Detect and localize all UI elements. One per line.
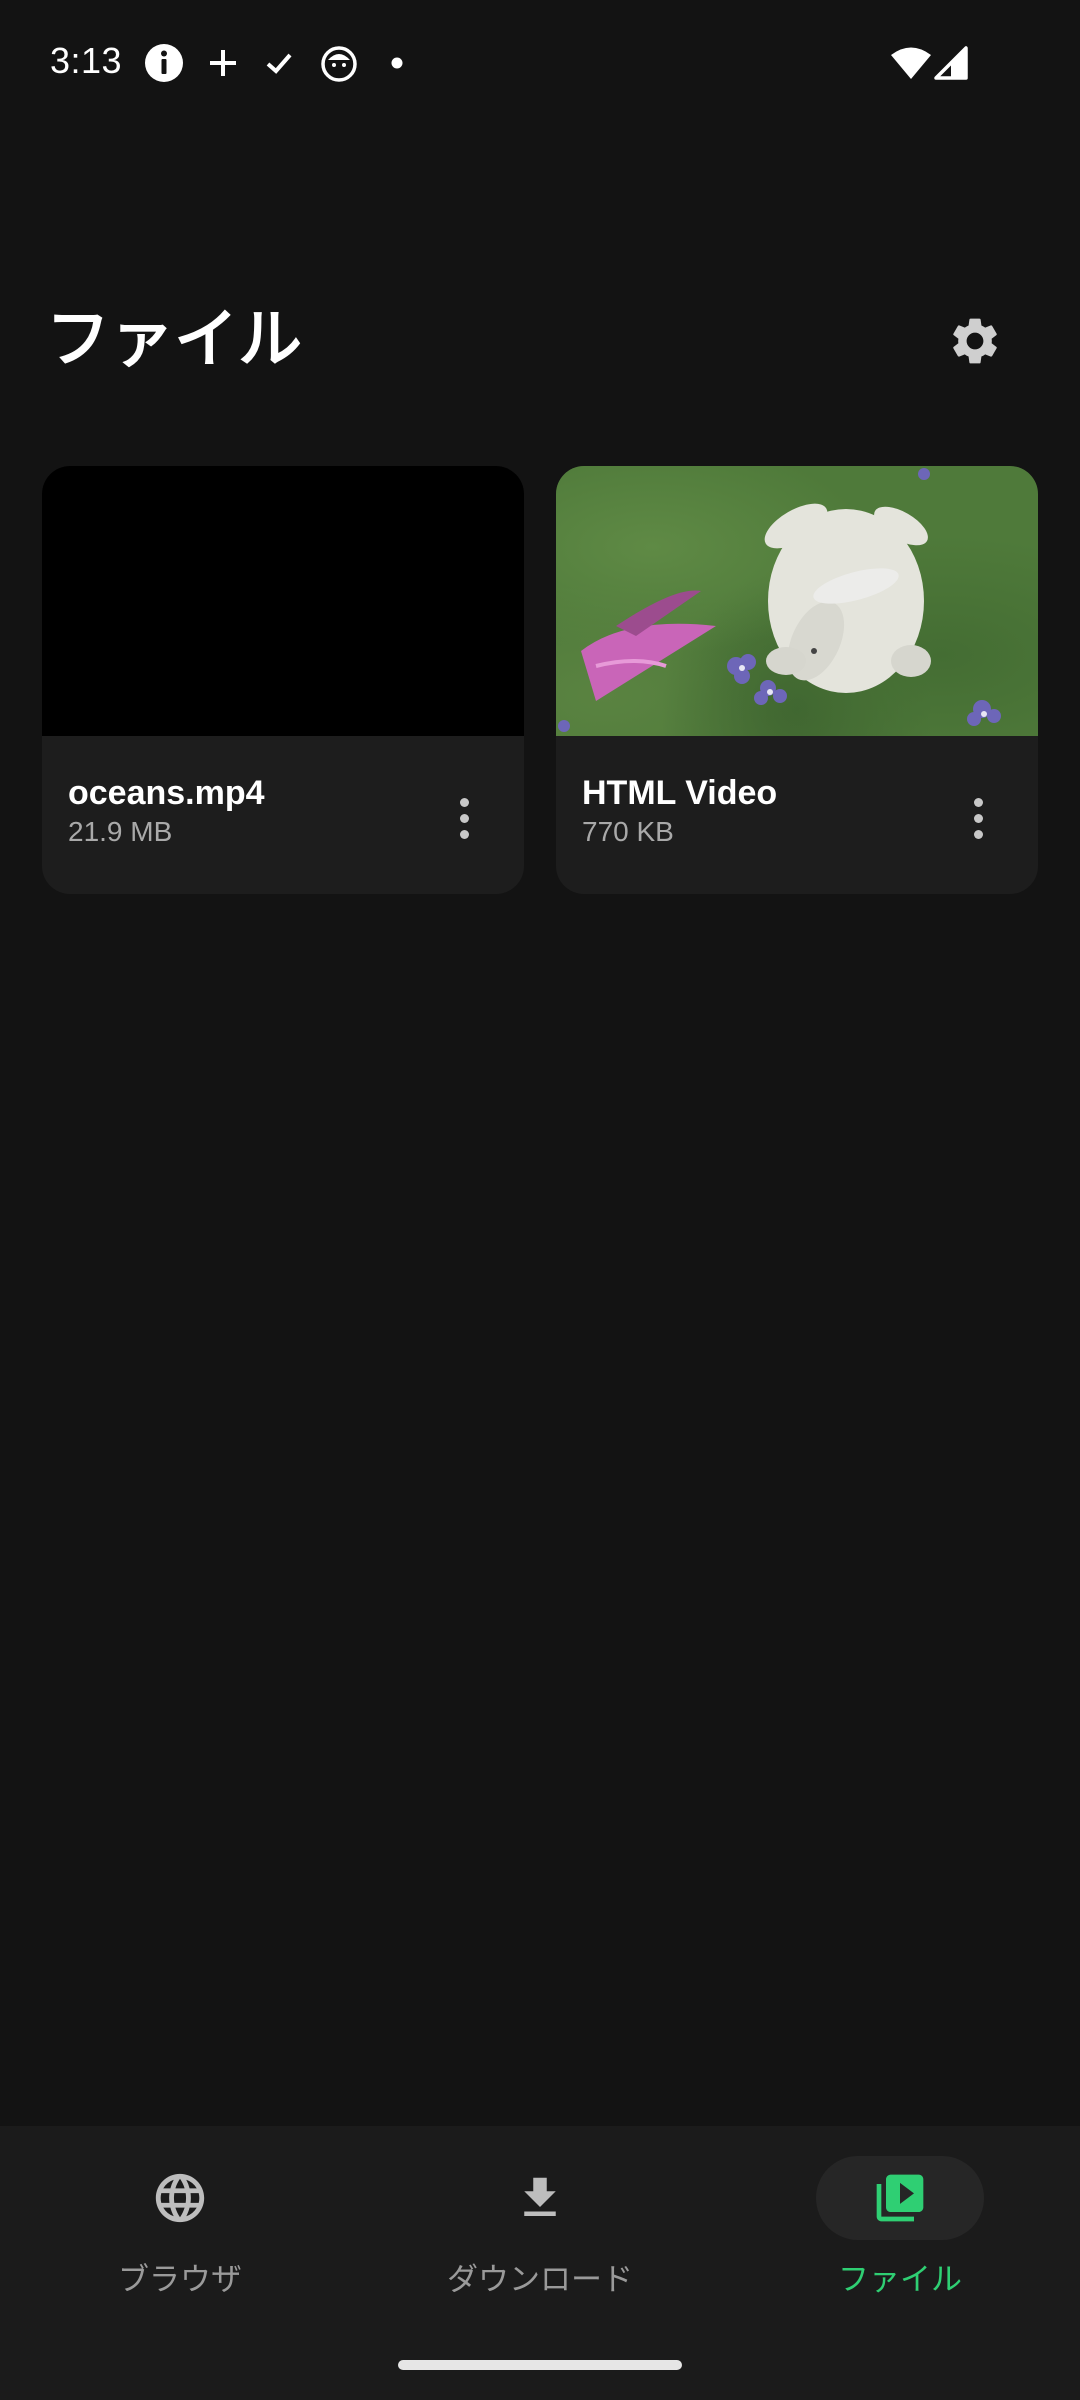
nav-label: ブラウザ	[118, 2262, 242, 2298]
nav-label: ファイル	[838, 2262, 962, 2298]
bunny-thumbnail-image	[558, 468, 1001, 732]
files-screen: 3:13 ファイル oceans.mp4 21.9 MB HTML Video …	[0, 0, 1080, 2400]
check-icon	[258, 42, 300, 84]
video-thumbnail	[556, 466, 1038, 736]
status-bar: 3:13	[0, 0, 1080, 128]
nav-item-files[interactable]: ファイル	[720, 2126, 1080, 2326]
settings-button[interactable]	[940, 306, 1010, 376]
file-size: 770 KB	[582, 816, 674, 847]
video-thumbnail	[42, 466, 524, 736]
gear-icon	[953, 318, 997, 364]
file-name: HTML Video	[582, 774, 778, 812]
nav-item-downloads[interactable]: ダウンロード	[360, 2126, 720, 2326]
file-size: 21.9 MB	[68, 816, 173, 847]
more-options-button[interactable]	[958, 788, 998, 848]
info-icon	[143, 42, 185, 84]
video-library-icon	[876, 2174, 924, 2222]
nav-item-browser[interactable]: ブラウザ	[0, 2126, 360, 2326]
cat-icon	[318, 42, 360, 84]
cell-signal-icon	[930, 42, 972, 84]
download-icon	[524, 2177, 556, 2216]
file-card[interactable]: HTML Video 770 KB	[556, 466, 1038, 894]
more-vert-icon	[459, 797, 469, 807]
home-indicator[interactable]	[398, 2360, 682, 2370]
globe-icon	[155, 2173, 205, 2223]
more-vert-icon	[973, 797, 983, 807]
page-title: ファイル	[46, 303, 302, 377]
dot-icon	[376, 42, 418, 84]
file-card[interactable]: oceans.mp4 21.9 MB	[42, 466, 524, 894]
nav-label: ダウンロード	[447, 2262, 633, 2298]
file-name: oceans.mp4	[68, 774, 265, 812]
plus-icon	[202, 42, 244, 84]
status-time: 3:13	[50, 40, 123, 81]
more-options-button[interactable]	[444, 788, 484, 848]
bottom-navigation: ブラウザ ダウンロード ファイル	[0, 2126, 1080, 2400]
wifi-icon	[887, 42, 935, 84]
active-indicator	[816, 2156, 984, 2240]
